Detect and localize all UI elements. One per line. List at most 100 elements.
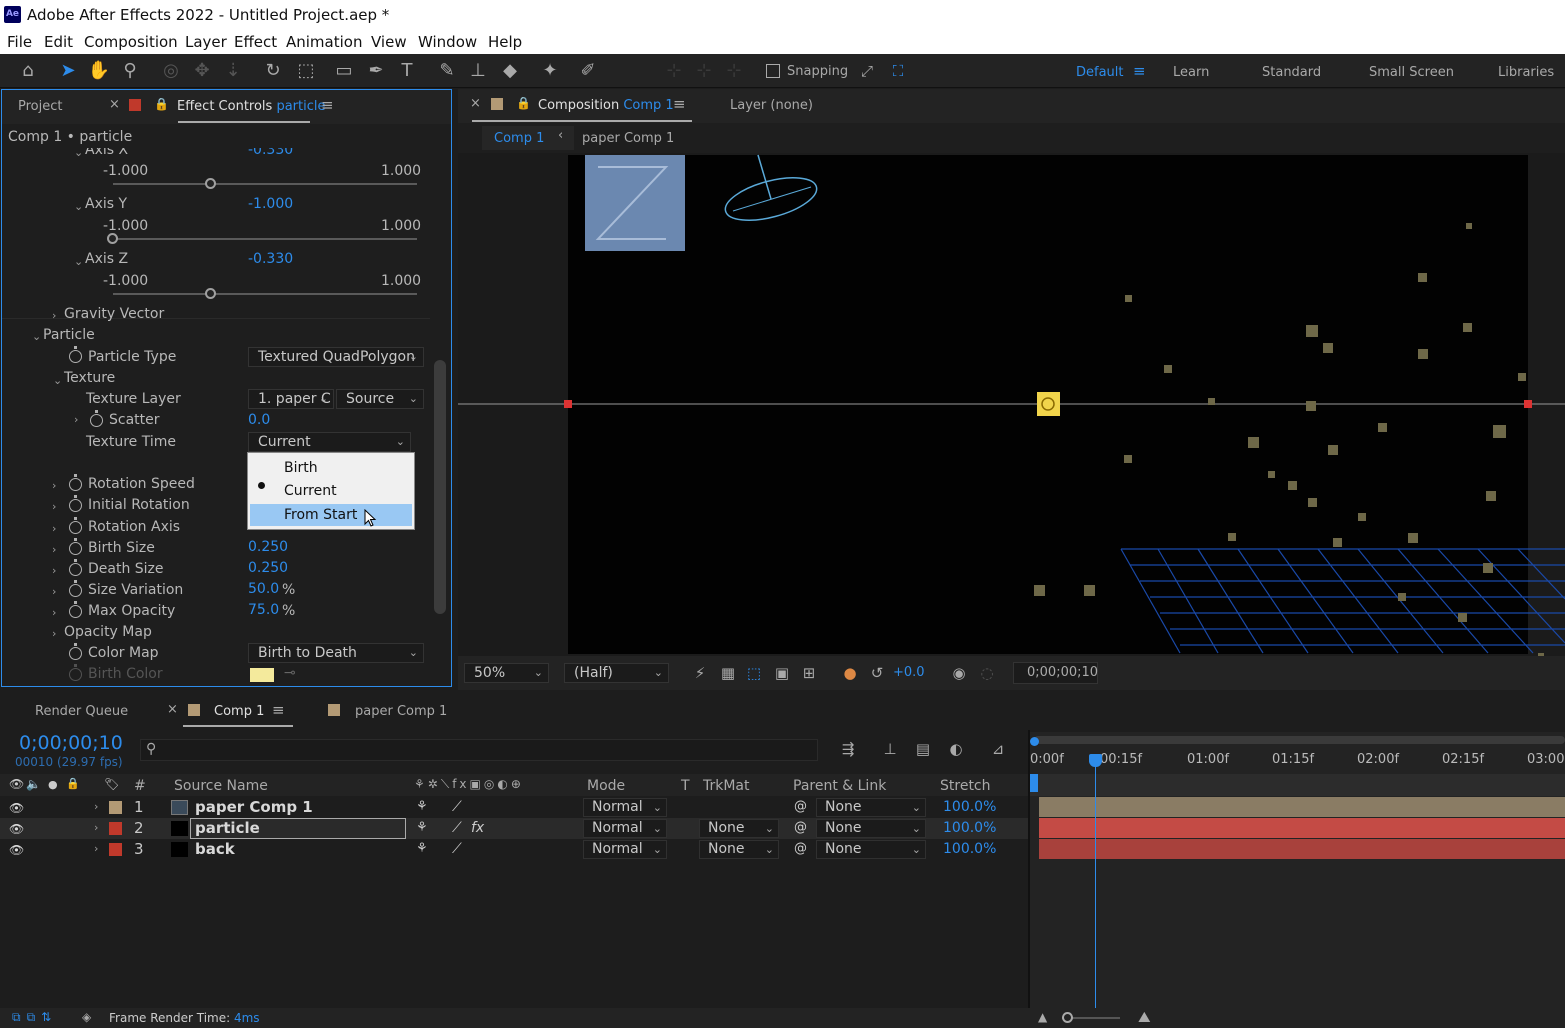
axis-z-slider[interactable] bbox=[113, 293, 417, 295]
shy-switch-icon[interactable]: ⚘ bbox=[416, 820, 428, 835]
column-mode[interactable]: Mode bbox=[587, 778, 625, 794]
expand-max-opacity-icon[interactable]: › bbox=[52, 606, 56, 619]
menu-option-from-start[interactable]: From Start bbox=[250, 504, 412, 526]
trkmat-dropdown[interactable]: None ⌄ bbox=[699, 840, 779, 859]
column-number[interactable]: # bbox=[134, 778, 146, 794]
birth-size-value[interactable]: 0.250 bbox=[248, 539, 288, 555]
comp-flowchart-icon[interactable]: ⇶ bbox=[836, 737, 860, 761]
lock-icon[interactable]: 🔒 bbox=[154, 97, 169, 111]
comp-marker-bar[interactable] bbox=[1030, 774, 1565, 796]
menu-layer[interactable]: Layer bbox=[185, 33, 227, 51]
switches-column-icons[interactable]: ⚘✲⟍fx▣◎◐⊕ bbox=[414, 777, 524, 792]
texture-layer-dropdown[interactable]: 1. paper C ⌄ bbox=[248, 389, 334, 409]
blend-mode-dropdown[interactable]: Normal ⌄ bbox=[583, 819, 667, 838]
layer-row[interactable]: 👁 › 3 back ⚘ ⟋ Normal ⌄ None ⌄ @ None ⌄ 100… bbox=[0, 839, 1030, 860]
mask-visibility-icon[interactable]: ⬚ bbox=[742, 661, 766, 685]
motion-blur-icon[interactable]: ◐ bbox=[944, 737, 968, 761]
brush-icon[interactable]: ✎ bbox=[435, 59, 459, 83]
column-t[interactable]: T bbox=[681, 778, 690, 794]
expand-death-size-icon[interactable]: › bbox=[52, 564, 56, 577]
eye-icon[interactable]: 👁 bbox=[9, 801, 24, 815]
workspace-small-screen[interactable]: Small Screen bbox=[1369, 65, 1454, 80]
pan-behind-icon[interactable]: ⬚ bbox=[294, 59, 318, 83]
close-icon[interactable]: × bbox=[167, 702, 178, 717]
axis-y-value[interactable]: -1.000 bbox=[248, 196, 293, 212]
axis-x-slider-knob[interactable] bbox=[205, 178, 216, 189]
fast-previews-icon[interactable]: ⚡ bbox=[688, 661, 712, 685]
axis-y-slider-knob[interactable] bbox=[107, 233, 118, 244]
collapse-particle-icon[interactable]: ⌄ bbox=[32, 330, 41, 343]
texture-source-dropdown[interactable]: Source ⌄ bbox=[336, 389, 424, 409]
world-axis-icon[interactable]: ⊹ bbox=[692, 59, 716, 83]
tab-paper-comp[interactable]: paper Comp 1 bbox=[355, 704, 447, 719]
quality-switch-icon[interactable]: ⟋ bbox=[452, 841, 462, 857]
tab-layer[interactable]: Layer (none) bbox=[730, 98, 813, 113]
zoom-in-icon[interactable]: ⛰ bbox=[1138, 1008, 1151, 1026]
draft-3d-icon[interactable]: ⊥ bbox=[878, 737, 902, 761]
snap-target-icon[interactable]: ⛶ bbox=[886, 59, 910, 83]
orbit-icon[interactable]: ◎ bbox=[159, 59, 183, 83]
label-color-swatch[interactable] bbox=[109, 822, 122, 835]
roto-brush-icon[interactable]: ✦ bbox=[538, 59, 562, 83]
region-of-interest-icon[interactable]: ▣ bbox=[770, 661, 794, 685]
channel-icon[interactable]: ● bbox=[838, 661, 862, 685]
parent-dropdown[interactable]: None ⌄ bbox=[816, 798, 926, 817]
grid-guides-icon[interactable]: ⊞ bbox=[797, 661, 821, 685]
collapse-axis-x-icon[interactable]: ⌄ bbox=[74, 148, 83, 159]
menu-window[interactable]: Window bbox=[418, 33, 477, 51]
quality-switch-icon[interactable]: ⟋ bbox=[452, 820, 462, 836]
workspace-learn[interactable]: Learn bbox=[1173, 65, 1209, 80]
label-color-swatch[interactable] bbox=[109, 843, 122, 856]
status-toggle-icons[interactable]: ⧉⧉⇅ bbox=[12, 1010, 57, 1025]
timeline-zoom-knob[interactable] bbox=[1062, 1012, 1073, 1023]
menu-effect[interactable]: Effect bbox=[234, 33, 277, 51]
rectangle-icon[interactable]: ▭ bbox=[332, 59, 356, 83]
label-column-icon[interactable]: 🏷 bbox=[104, 777, 119, 791]
stopwatch-icon[interactable] bbox=[69, 346, 82, 363]
tab-render-queue[interactable]: Render Queue bbox=[35, 704, 128, 719]
zoom-out-icon[interactable]: ▲ bbox=[1038, 1010, 1047, 1024]
selection-icon[interactable]: ➤ bbox=[56, 59, 80, 83]
column-parent-link[interactable]: Parent & Link bbox=[793, 778, 886, 794]
panel-menu-icon[interactable]: ≡ bbox=[321, 96, 334, 114]
axis-x-slider[interactable] bbox=[113, 183, 417, 185]
layer-row[interactable]: 👁 › 2 particle ⚘ ⟋ fx Normal ⌄ None ⌄ @ No… bbox=[0, 818, 1030, 839]
current-time[interactable]: 0;00;00;10 bbox=[19, 732, 123, 754]
texture-group-label[interactable]: Texture bbox=[64, 370, 115, 386]
eye-icon[interactable]: 👁 bbox=[9, 822, 24, 836]
stretch-value[interactable]: 100.0% bbox=[943, 820, 996, 836]
expand-opacity-map-icon[interactable]: › bbox=[52, 627, 56, 640]
texture-time-dropdown[interactable]: Current ⌄ bbox=[248, 432, 411, 452]
show-snapshot-icon[interactable]: ◌ bbox=[975, 661, 999, 685]
layer-name[interactable]: paper Comp 1 bbox=[195, 798, 313, 816]
axis-y-slider[interactable] bbox=[113, 238, 417, 240]
playhead-line[interactable] bbox=[1095, 760, 1096, 1008]
layer-handle-right[interactable] bbox=[1524, 400, 1532, 408]
workspace-default[interactable]: Default bbox=[1076, 65, 1124, 80]
transparency-grid-icon[interactable]: ▦ bbox=[716, 661, 740, 685]
lock-column-icon[interactable]: 🔒 bbox=[66, 777, 80, 790]
reset-exposure-icon[interactable]: ↺ bbox=[865, 661, 889, 685]
scatter-value[interactable]: 0.0 bbox=[248, 412, 270, 428]
pick-whip-icon[interactable]: @ bbox=[794, 841, 807, 856]
expand-rotation-speed-icon[interactable]: › bbox=[52, 479, 56, 492]
workspace-menu-icon[interactable]: ≡ bbox=[1133, 62, 1146, 80]
current-time-display[interactable]: 0;00;00;10 bbox=[1013, 662, 1098, 684]
solo-column-icon[interactable]: ● bbox=[48, 778, 58, 791]
playhead-handle[interactable] bbox=[1089, 754, 1102, 767]
stopwatch-icon[interactable] bbox=[69, 538, 82, 555]
layer-name[interactable]: back bbox=[195, 840, 235, 858]
blend-mode-dropdown[interactable]: Normal ⌄ bbox=[583, 798, 667, 817]
stretch-value[interactable]: 100.0% bbox=[943, 799, 996, 815]
audio-column-icon[interactable]: 🔈 bbox=[26, 777, 41, 791]
expand-scatter-icon[interactable]: › bbox=[74, 413, 78, 426]
menu-file[interactable]: File bbox=[7, 33, 32, 51]
hand-icon[interactable]: ✋ bbox=[87, 59, 111, 83]
column-stretch[interactable]: Stretch bbox=[940, 778, 991, 794]
column-trkmat[interactable]: TrkMat bbox=[703, 778, 750, 794]
lock-icon[interactable]: 🔒 bbox=[516, 96, 531, 110]
panel-menu-icon[interactable]: ≡ bbox=[272, 701, 285, 719]
label-color-swatch[interactable] bbox=[109, 801, 122, 814]
zoom-dropdown[interactable]: 50% ⌄ bbox=[464, 663, 549, 683]
type-icon[interactable]: T bbox=[395, 59, 419, 83]
